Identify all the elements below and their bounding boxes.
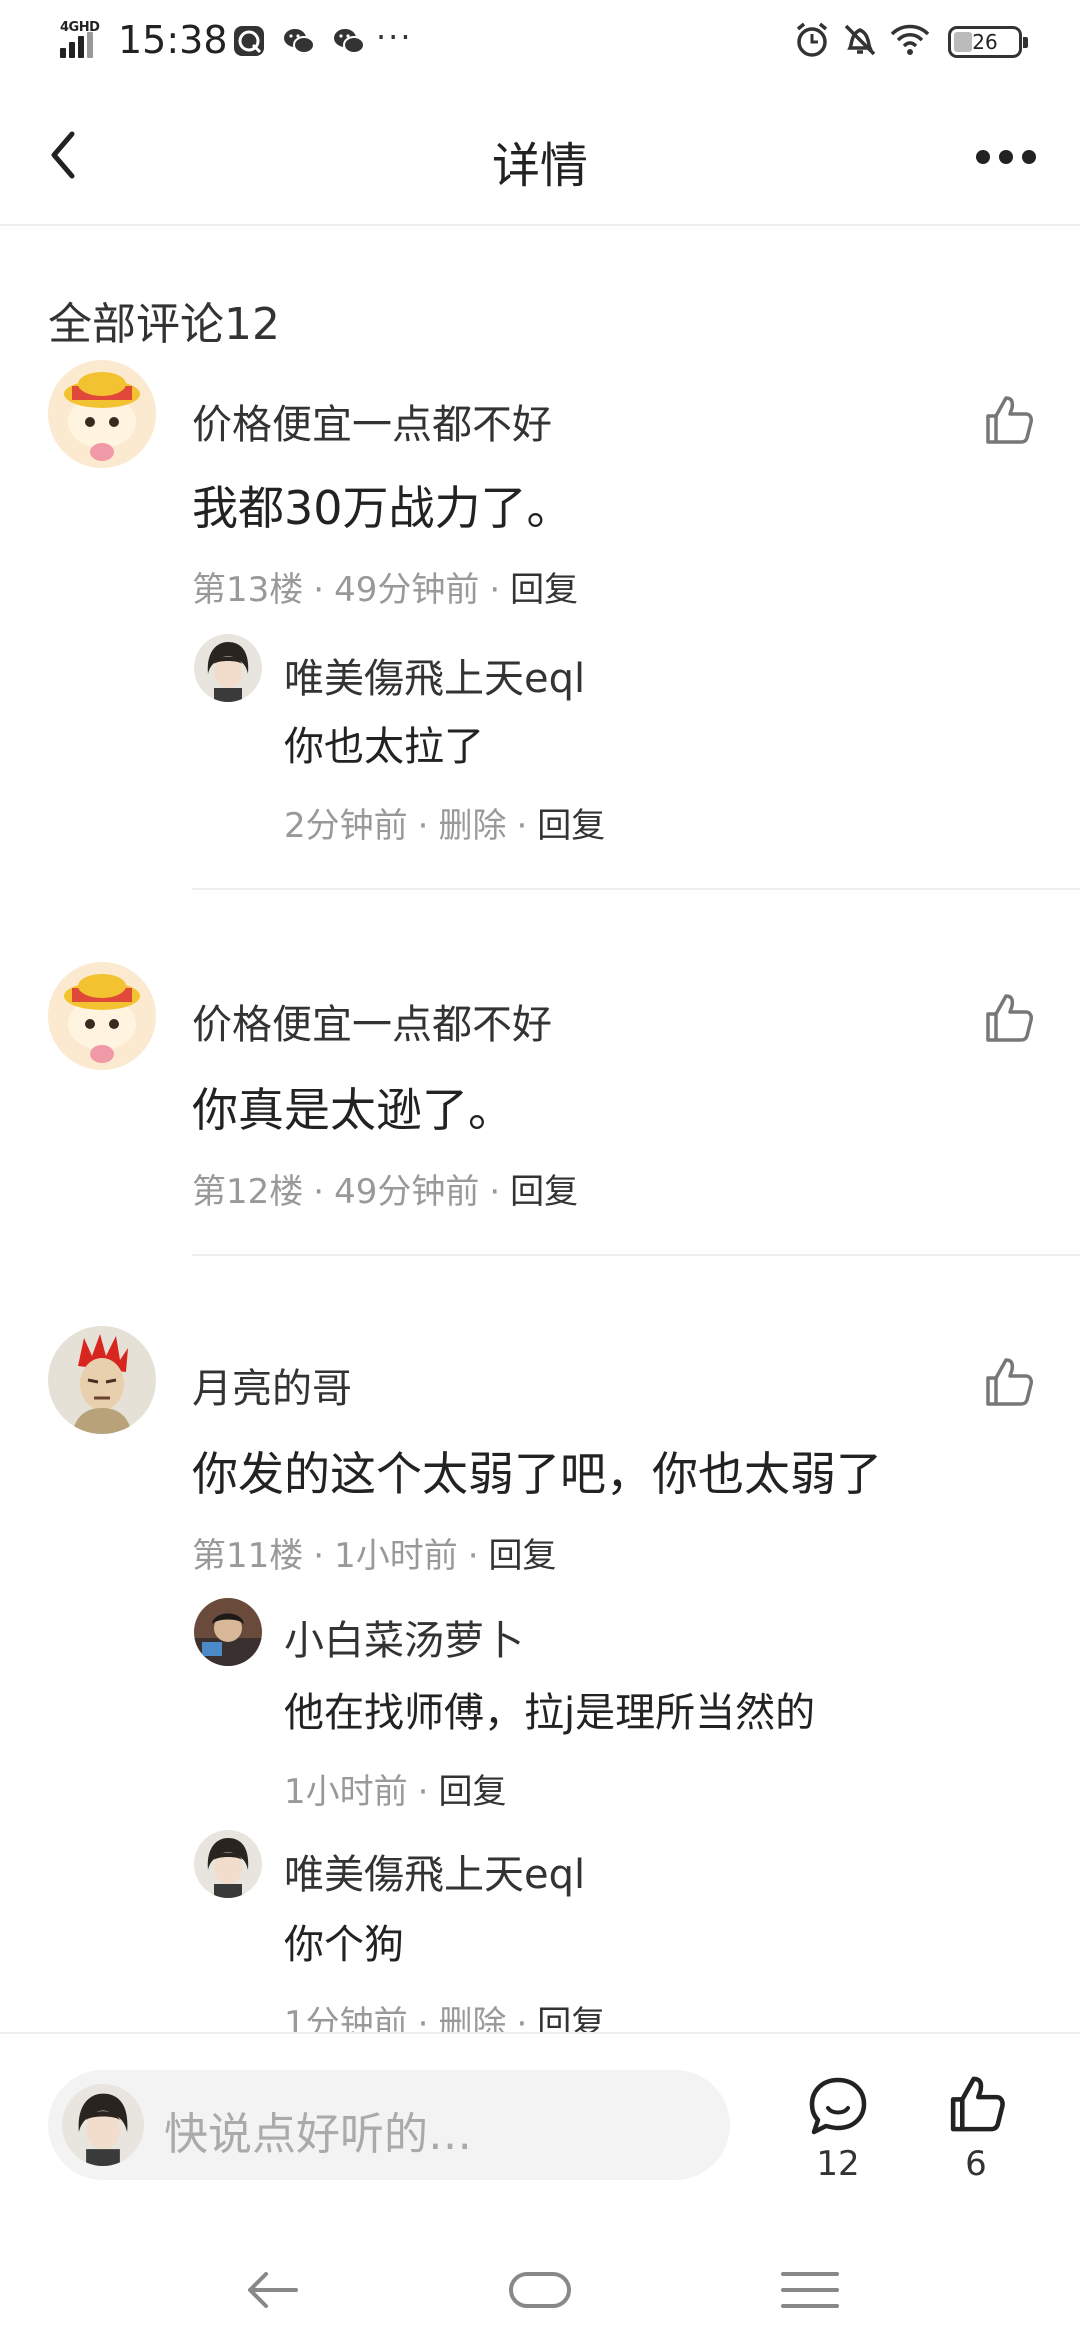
divider xyxy=(192,1254,1080,1256)
wechat-icon xyxy=(284,29,315,54)
avatar xyxy=(62,2084,144,2166)
reply-author[interactable]: 小白菜汤萝卜 xyxy=(284,1608,524,1666)
comment-text: 你真是太逊了。 xyxy=(192,1083,514,1137)
avatar[interactable] xyxy=(48,1326,156,1434)
comment-floor: 第11楼 xyxy=(192,1536,304,1576)
battery-level: 26 xyxy=(972,30,998,54)
avatar[interactable] xyxy=(48,962,156,1070)
system-navigation-bar xyxy=(0,2242,1080,2340)
alarm-icon xyxy=(796,22,828,57)
comment-bubble-icon[interactable] xyxy=(806,2074,870,2138)
delete-button[interactable]: 删除 xyxy=(438,806,506,846)
comment-author[interactable]: 价格便宜一点都不好 xyxy=(192,392,552,450)
signal-icon: 4GHD xyxy=(58,20,108,60)
reply-text: 他在找师傅，拉j是理所当然的 xyxy=(284,1690,816,1736)
comment-count: 12 xyxy=(816,2144,860,2184)
divider xyxy=(192,888,1080,890)
page-title: 详情 xyxy=(491,138,588,194)
reply-time: 2分钟前 xyxy=(284,806,408,846)
reply-button[interactable]: 回复 xyxy=(489,1536,557,1576)
comment-time: 49分钟前 xyxy=(334,1172,480,1212)
mute-bell-icon xyxy=(844,24,876,56)
comment-floor: 第13楼 xyxy=(192,570,304,610)
status-more: ··· xyxy=(376,18,413,56)
reply-author[interactable]: 唯美傷飛上天eql xyxy=(284,646,585,704)
thumbs-up-icon[interactable] xyxy=(980,1354,1036,1410)
comments-count-title: 全部评论12 xyxy=(48,299,280,350)
comment-time: 49分钟前 xyxy=(334,570,480,610)
back-arrow-icon[interactable] xyxy=(236,2262,306,2318)
comment-input[interactable]: 快说点好听的… xyxy=(48,2070,730,2180)
comment-meta: 第12楼 · 49分钟前 · 回复 xyxy=(192,1172,579,1212)
wechat-icon xyxy=(334,29,365,54)
like-count: 6 xyxy=(965,2144,987,2184)
top-nav-bar: 详情 xyxy=(0,90,1080,226)
comment-text: 我都30万战力了。 xyxy=(192,481,573,535)
reply-button[interactable]: 回复 xyxy=(537,806,605,846)
network-type: 4GHD xyxy=(60,20,100,35)
hd-app-icon xyxy=(234,26,264,56)
reply-button[interactable]: 回复 xyxy=(438,1772,506,1812)
reply-meta: 2分钟前 · 删除 · 回复 xyxy=(284,806,606,846)
thumbs-up-icon[interactable] xyxy=(944,2072,1008,2136)
input-placeholder: 快说点好听的… xyxy=(164,2109,472,2160)
menu-icon[interactable] xyxy=(775,2262,845,2318)
reply-time: 1小时前 xyxy=(284,1772,408,1812)
comment-author[interactable]: 价格便宜一点都不好 xyxy=(192,992,552,1050)
reply-meta: 1小时前 · 回复 xyxy=(284,1772,507,1812)
reply-button[interactable]: 回复 xyxy=(510,570,578,610)
battery-icon: 26 xyxy=(948,26,1028,58)
status-bar: 4GHD 15:38 ··· 26 xyxy=(0,0,1080,90)
wifi-icon xyxy=(890,24,930,55)
thumbs-up-icon[interactable] xyxy=(980,392,1036,448)
comment-text: 你发的这个太弱了吧，你也太弱了 xyxy=(192,1447,882,1501)
status-time: 15:38 xyxy=(118,18,228,62)
avatar[interactable] xyxy=(194,634,262,702)
comment-meta: 第13楼 · 49分钟前 · 回复 xyxy=(192,570,579,610)
thumbs-up-icon[interactable] xyxy=(980,990,1036,1046)
comment-meta: 第11楼 · 1小时前 · 回复 xyxy=(192,1536,557,1576)
avatar[interactable] xyxy=(194,1830,262,1898)
reply-button[interactable]: 回复 xyxy=(510,1172,578,1212)
reply-author[interactable]: 唯美傷飛上天eql xyxy=(284,1842,585,1900)
reply-text: 你也太拉了 xyxy=(284,724,484,770)
comment-input-bar: 快说点好听的… 12 6 xyxy=(0,2032,1080,2242)
more-dots-icon[interactable] xyxy=(966,130,1046,180)
reply-text: 你个狗 xyxy=(284,1922,404,1968)
avatar[interactable] xyxy=(48,360,156,468)
comment-author[interactable]: 月亮的哥 xyxy=(192,1356,352,1414)
comment-time: 1小时前 xyxy=(334,1536,458,1576)
avatar[interactable] xyxy=(194,1598,262,1666)
home-icon[interactable] xyxy=(505,2262,575,2318)
comment-floor: 第12楼 xyxy=(192,1172,304,1212)
